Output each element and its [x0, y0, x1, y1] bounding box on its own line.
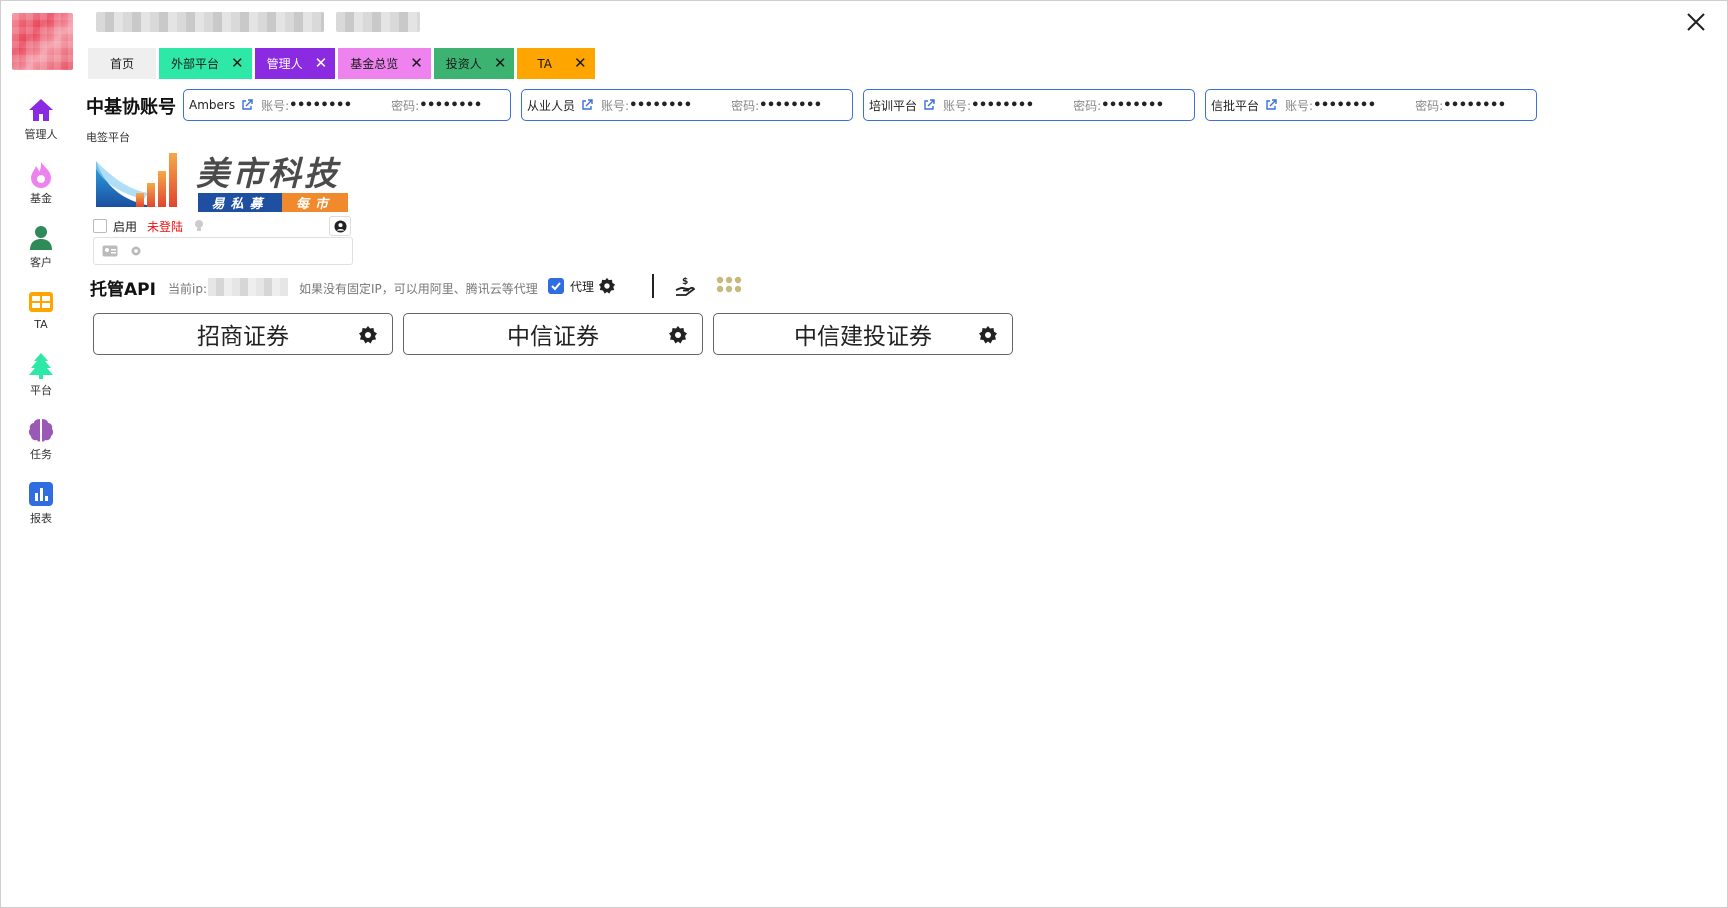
sidebar-item-manager[interactable]: 管理人: [18, 96, 64, 160]
esign-login-row: 启用 未登陆: [93, 216, 353, 236]
proxy-label: 代理: [570, 280, 595, 294]
external-link-icon[interactable]: [581, 99, 593, 111]
tab-manager[interactable]: 管理人 ✕: [254, 48, 336, 79]
sidebar-item-client[interactable]: 客户: [18, 224, 64, 288]
close-icon: [1687, 13, 1705, 31]
id-card-icon: [102, 245, 118, 257]
sidebar-item-report[interactable]: 报表: [18, 480, 64, 544]
sidebar-item-fund[interactable]: 基金: [18, 160, 64, 224]
account-card-disclosure: 信批平台 账号: •••••••• 密码: ••••••••: [1205, 89, 1537, 121]
broker-button-citic-securities[interactable]: 中信证券: [403, 313, 703, 355]
external-link-icon[interactable]: [923, 99, 935, 111]
proxy-checkbox[interactable]: [548, 278, 564, 294]
gear-icon[interactable]: [668, 325, 688, 345]
esign-credential-input[interactable]: [93, 237, 353, 265]
account-value[interactable]: ••••••••: [629, 98, 715, 113]
tab-fund-overview[interactable]: 基金总览 ✕: [338, 48, 431, 79]
password-value[interactable]: ••••••••: [419, 98, 482, 113]
user-icon: [30, 226, 52, 250]
apps-grid-icon[interactable]: [716, 276, 742, 296]
sidebar-item-ta[interactable]: TA: [18, 288, 64, 352]
current-ip-redacted: [208, 278, 288, 296]
brand-subbar: 易私募 每市: [198, 193, 348, 212]
gear-icon[interactable]: [978, 325, 998, 345]
account-card-ambers: Ambers 账号: •••••••• 密码: ••••••••: [183, 89, 511, 121]
gear-icon[interactable]: [358, 325, 378, 345]
amac-accounts-title: 中基协账号: [86, 97, 176, 118]
home-icon: [29, 99, 53, 121]
toolbar-divider: [652, 274, 654, 298]
password-value[interactable]: ••••••••: [1101, 98, 1164, 113]
sidebar-item-platform[interactable]: 平台: [18, 352, 64, 416]
table-icon: [29, 292, 53, 312]
flame-icon: [31, 162, 51, 188]
tab-close-icon[interactable]: ✕: [410, 56, 423, 71]
external-link-icon[interactable]: [1265, 99, 1277, 111]
account-value[interactable]: ••••••••: [971, 98, 1057, 113]
broker-button-csc-securities[interactable]: 中信建投证券: [713, 313, 1013, 355]
lightbulb-icon[interactable]: [193, 219, 205, 233]
custody-api-title: 托管API: [90, 280, 156, 300]
account-value[interactable]: ••••••••: [289, 98, 375, 113]
esign-platform-label: 电签平台: [86, 131, 130, 144]
user-circle-icon: [333, 219, 347, 233]
tab-investor[interactable]: 投资人 ✕: [433, 48, 515, 79]
tab-ta[interactable]: TA ✕: [517, 48, 595, 79]
window-subtitle-redacted: [336, 12, 420, 32]
sidebar-item-task[interactable]: 任务: [18, 416, 64, 480]
account-card-training: 培训平台 账号: •••••••• 密码: ••••••••: [863, 89, 1195, 121]
hand-dollar-icon[interactable]: $: [674, 275, 696, 297]
brand-name: 美市科技: [196, 154, 340, 193]
proxy-hint: 如果没有固定IP，可以用阿里、腾讯云等代理: [299, 282, 538, 296]
account-circle-button[interactable]: [329, 216, 351, 236]
account-card-practitioner: 从业人员 账号: •••••••• 密码: ••••••••: [521, 89, 853, 121]
close-window-button[interactable]: [1684, 10, 1708, 34]
svg-text:$: $: [682, 277, 688, 287]
tab-external-platform[interactable]: 外部平台 ✕: [159, 48, 252, 79]
login-status: 未登陆: [147, 219, 184, 234]
proxy-settings-gear-icon[interactable]: [598, 277, 616, 295]
sidebar: 管理人 基金 客户 TA 平台 任务 报表: [18, 96, 64, 544]
tab-close-icon[interactable]: ✕: [231, 56, 244, 71]
window-title-redacted: [96, 12, 324, 32]
app-window: [0, 0, 1728, 908]
password-value[interactable]: ••••••••: [759, 98, 822, 113]
tab-close-icon[interactable]: ✕: [494, 56, 507, 71]
tab-close-icon[interactable]: ✕: [574, 56, 587, 71]
tree-icon: [29, 353, 53, 379]
current-ip-label: 当前ip:: [168, 282, 207, 296]
account-value[interactable]: ••••••••: [1313, 98, 1399, 113]
password-value[interactable]: ••••••••: [1443, 98, 1506, 113]
gear-icon[interactable]: [130, 245, 142, 257]
broker-button-cmb-securities[interactable]: 招商证券: [93, 313, 393, 355]
enable-checkbox[interactable]: [93, 219, 107, 233]
external-link-icon[interactable]: [241, 99, 253, 111]
app-logo: [12, 13, 73, 70]
esign-brand-logo[interactable]: 美市科技 易私募 每市: [96, 147, 350, 212]
tab-home[interactable]: 首页: [88, 48, 157, 79]
brain-icon: [28, 419, 54, 442]
tab-close-icon[interactable]: ✕: [315, 56, 328, 71]
tab-bar: 首页 外部平台 ✕ 管理人 ✕ 基金总览 ✕ 投资人 ✕ TA ✕: [88, 48, 595, 79]
bar-chart-icon: [29, 482, 53, 506]
check-icon: [551, 282, 561, 291]
brand-mark-icon: [96, 153, 177, 207]
